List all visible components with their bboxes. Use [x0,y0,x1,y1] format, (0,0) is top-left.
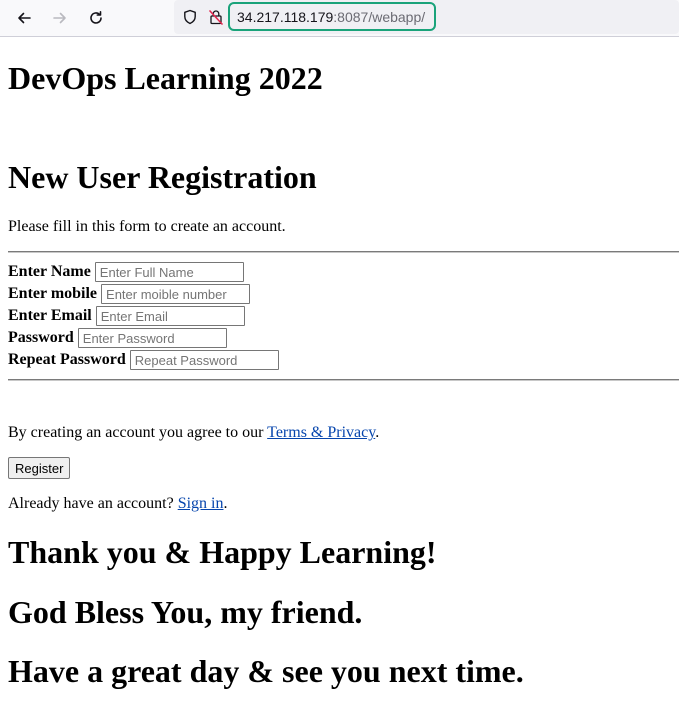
signin-prefix: Already have an account? [8,495,178,512]
closing-message-1: Thank you & Happy Learning! [8,534,437,570]
form-row-email: Enter Email [8,305,245,327]
form-row-name: Enter Name [8,261,244,283]
form-row-repeat-password: Repeat Password [8,349,279,371]
name-label: Enter Name [8,263,91,280]
shield-icon[interactable] [182,9,198,25]
signin-text: Already have an account? Sign in. [8,494,227,513]
url-path: :8087/webapp/ [333,8,426,25]
register-button[interactable]: Register [8,457,71,479]
closing-message-3: Have a great day & see you next time. [8,653,524,689]
terms-prefix: By creating an account you agree to our [8,424,268,441]
forward-button[interactable] [48,6,72,30]
form-row-mobile: Enter mobile [8,283,251,305]
terms-text: By creating an account you agree to our … [8,423,379,442]
divider-top [8,251,679,253]
closing-message-2: God Bless You, my friend. [8,594,363,630]
password-label: Password [8,329,74,346]
terms-suffix: . [375,424,380,441]
signin-link[interactable]: Sign in [178,495,224,512]
repeat-password-label: Repeat Password [8,351,126,368]
form-title: New User Registration [8,159,317,195]
forward-arrow-icon [53,12,66,24]
insecure-lock-icon[interactable] [208,9,224,25]
url-field[interactable]: 34.217.118.179:8087/webapp/ [228,2,436,31]
signin-suffix: . [223,495,228,512]
back-button[interactable] [12,6,36,30]
reload-icon [90,11,102,24]
repeat-password-input[interactable] [129,350,279,370]
site-title: DevOps Learning 2022 [8,60,323,96]
back-arrow-icon [18,12,31,24]
divider-bottom [8,379,679,381]
reload-button[interactable] [84,6,108,30]
mobile-label: Enter mobile [8,285,98,302]
form-row-password: Password [8,327,227,349]
browser-toolbar: 34.217.118.179:8087/webapp/ [0,0,679,37]
form-intro: Please fill in this form to create an ac… [8,218,286,235]
email-label: Enter Email [8,307,92,324]
terms-link[interactable]: Terms & Privacy [267,424,375,441]
url-host: 34.217.118.179 [237,8,334,25]
password-input[interactable] [77,328,227,348]
name-input[interactable] [94,262,244,282]
email-input[interactable] [95,306,245,326]
mobile-input[interactable] [101,284,251,304]
